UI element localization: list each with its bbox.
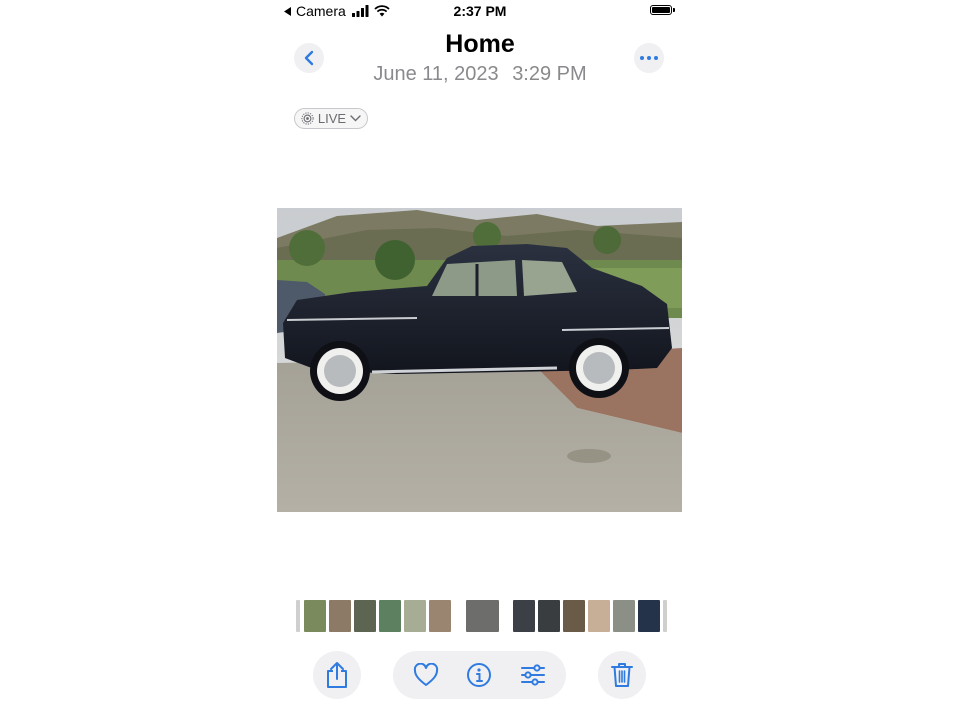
thumbnail[interactable] <box>429 600 451 632</box>
photo-time: 3:29 PM <box>512 63 587 85</box>
live-photo-icon <box>301 112 314 125</box>
status-time: 2:37 PM <box>453 3 507 19</box>
favorite-button[interactable] <box>412 661 440 689</box>
thumbnail[interactable] <box>354 600 376 632</box>
thumbnail[interactable] <box>379 600 401 632</box>
adjust-button[interactable] <box>519 661 547 689</box>
thumbnail[interactable] <box>613 600 635 632</box>
chevron-down-icon <box>350 115 361 122</box>
car-photo-image <box>277 208 682 512</box>
trash-icon <box>611 663 633 687</box>
thumbnail-selected[interactable] <box>466 600 499 632</box>
info-icon <box>467 663 491 687</box>
photo-timestamp: June 11, 2023 3:29 PM <box>0 63 960 86</box>
main-photo[interactable] <box>277 208 682 512</box>
page-title: Home <box>445 30 515 58</box>
share-icon <box>327 662 347 688</box>
thumbnail[interactable] <box>563 600 585 632</box>
thumbnail[interactable] <box>513 600 535 632</box>
thumbnail[interactable] <box>304 600 326 632</box>
thumbnail[interactable] <box>638 600 660 632</box>
photo-actions-group <box>393 651 566 699</box>
info-button[interactable] <box>465 661 493 689</box>
live-label: LIVE <box>317 111 347 126</box>
thumbnail-edge <box>663 600 667 632</box>
sliders-icon <box>521 664 545 686</box>
battery-icon <box>650 5 675 15</box>
thumbnail[interactable] <box>538 600 560 632</box>
ellipsis-icon <box>640 56 658 60</box>
photo-date: June 11, 2023 <box>373 63 499 85</box>
thumbnail[interactable] <box>404 600 426 632</box>
heart-icon <box>413 663 439 686</box>
more-options-button[interactable] <box>634 43 664 73</box>
thumbnail[interactable] <box>329 600 351 632</box>
thumbnail[interactable] <box>588 600 610 632</box>
delete-button[interactable] <box>598 651 646 699</box>
live-photo-toggle[interactable]: LIVE <box>294 108 368 129</box>
share-button[interactable] <box>313 651 361 699</box>
thumbnail-edge <box>296 600 300 632</box>
